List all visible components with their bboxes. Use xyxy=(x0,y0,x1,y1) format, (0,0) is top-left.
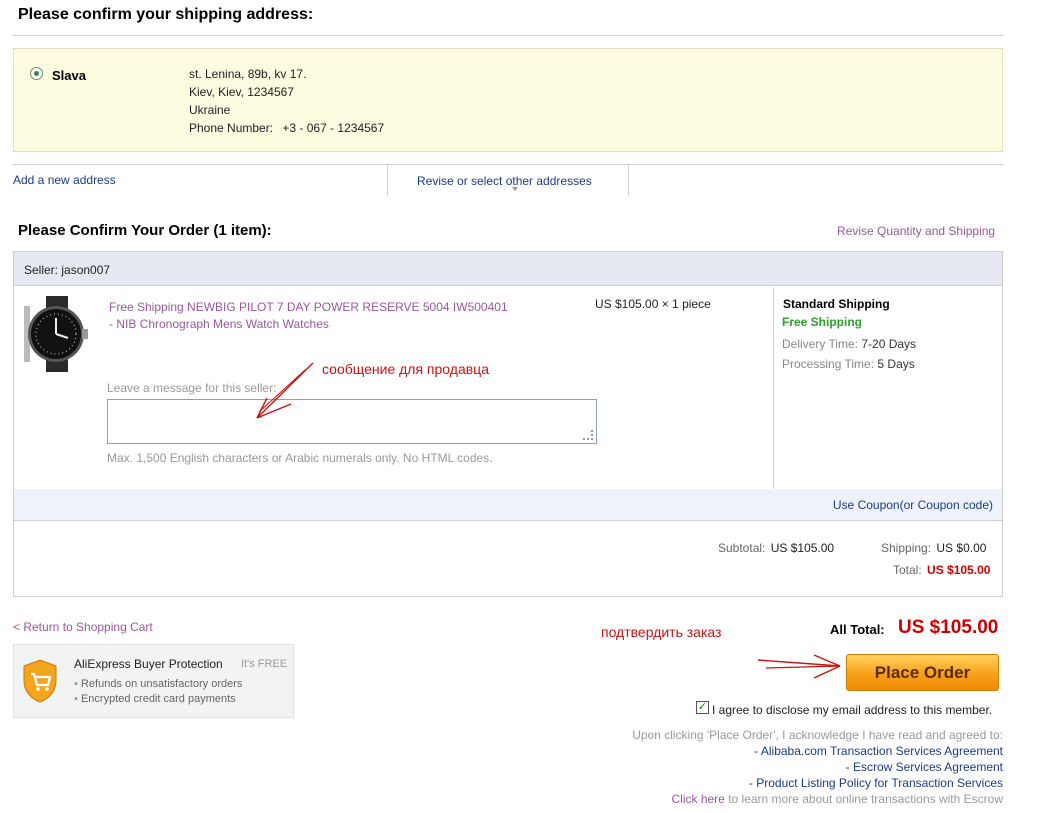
seller-message-input[interactable] xyxy=(107,399,597,444)
subtotal-label: Subtotal: xyxy=(718,541,766,555)
agreement-row: - Product Listing Policy for Transaction… xyxy=(632,775,1003,791)
address-details: st. Lenina, 89b, kv 17. Kiev, Kiev, 1234… xyxy=(189,65,384,137)
processing-time: Processing Time: 5 Days xyxy=(782,357,915,371)
return-to-cart-link[interactable]: < Return to Shopping Cart xyxy=(13,620,153,634)
agree-checkbox[interactable]: ✓ xyxy=(696,701,709,714)
free-shipping-label: Free Shipping xyxy=(782,315,863,329)
message-hint: Max. 1,500 English characters or Arabic … xyxy=(107,451,493,465)
dash: - xyxy=(754,744,759,758)
agreement-row: - Escrow Services Agreement xyxy=(632,759,1003,775)
shield-cart-icon xyxy=(23,659,57,703)
phone-value: +3 - 067 - 1234567 xyxy=(282,121,385,135)
divider xyxy=(13,35,1003,36)
product-title-link[interactable]: Free Shipping NEWBIG PILOT 7 DAY POWER R… xyxy=(109,299,508,333)
listing-policy-link[interactable]: Product Listing Policy for Transaction S… xyxy=(756,776,1003,790)
all-total-label: All Total: xyxy=(830,622,885,637)
buyer-protection-box: AliExpress Buyer Protection It's FREE ▪ … xyxy=(13,644,294,718)
dash: - xyxy=(748,776,753,790)
seller-bar: Seller: jason007 xyxy=(14,252,1002,286)
message-annotation: сообщение для продавца xyxy=(322,361,489,377)
shipping-title: Please confirm your shipping address: xyxy=(18,6,314,23)
shipping-cost-value: US $0.00 xyxy=(936,541,987,555)
place-order-button[interactable]: Place Order xyxy=(846,654,999,691)
revise-addresses-tab[interactable]: Revise or select other addresses xyxy=(387,164,629,196)
transaction-agreement-link[interactable]: Alibaba.com Transaction Services Agreeme… xyxy=(761,744,1003,758)
resize-handle-icon[interactable] xyxy=(583,430,593,440)
subtotal-value: US $105.00 xyxy=(770,541,835,555)
learn-more-row: Click here to learn more about online tr… xyxy=(632,791,1003,807)
address-card[interactable]: Slava st. Lenina, 89b, kv 17. Kiev, Kiev… xyxy=(13,48,1003,152)
acknowledge-block: Upon clicking 'Place Order', I acknowled… xyxy=(632,727,1003,807)
arrow-annotation-icon xyxy=(757,654,841,679)
protection-item-text: Encrypted credit card payments xyxy=(80,693,236,705)
watch-image-icon xyxy=(24,296,88,372)
all-total-value: US $105.00 xyxy=(898,617,999,638)
protection-item: ▪ Encrypted credit card payments xyxy=(74,693,236,705)
confirm-annotation: подтвердить заказ xyxy=(601,624,722,640)
learn-more-text: to learn more about online transactions … xyxy=(728,792,1003,806)
protection-item-text: Refunds on unsatisfactory orders xyxy=(80,678,243,690)
dash: - xyxy=(845,760,850,774)
price-quantity: US $105.00 × 1 piece xyxy=(595,297,711,311)
total-label: Total: xyxy=(893,563,922,577)
address-phone: Phone Number: +3 - 067 - 1234567 xyxy=(189,119,384,137)
acknowledge-text: Upon clicking 'Place Order', I acknowled… xyxy=(632,728,1003,742)
order-title: Please Confirm Your Order (1 item): xyxy=(18,222,272,239)
use-coupon-link[interactable]: Use Coupon(or Coupon code) xyxy=(833,498,993,512)
product-title-line1: Free Shipping NEWBIG PILOT 7 DAY POWER R… xyxy=(109,300,508,314)
product-image[interactable] xyxy=(22,296,92,372)
revise-quantity-link[interactable]: Revise Quantity and Shipping xyxy=(837,224,995,238)
add-new-address-link[interactable]: Add a new address xyxy=(13,173,116,187)
shipping-cost-label: Shipping: xyxy=(881,541,932,555)
shipping-cost: Shipping: US $0.00 xyxy=(881,541,986,555)
total-value: US $105.00 xyxy=(927,563,991,577)
bullet-icon: ▪ xyxy=(74,678,78,690)
subtotal: Subtotal: US $105.00 xyxy=(718,541,834,555)
delivery-label: Delivery Time: xyxy=(782,337,859,351)
arrow-annotation-icon xyxy=(256,362,314,419)
product-title-line2: - NIB Chronograph Mens Watch Watches xyxy=(109,317,329,331)
caret-down-icon xyxy=(512,187,518,191)
recipient-name: Slava xyxy=(52,68,86,83)
shipping-method: Standard Shipping xyxy=(783,297,890,311)
phone-label: Phone Number: xyxy=(189,121,274,135)
delivery-value: 7-20 Days xyxy=(861,337,917,351)
escrow-agreement-link[interactable]: Escrow Services Agreement xyxy=(853,760,1003,774)
revise-addresses-label: Revise or select other addresses xyxy=(417,174,592,188)
address-radio[interactable] xyxy=(30,67,43,80)
agreement-row: - Alibaba.com Transaction Services Agree… xyxy=(632,743,1003,759)
protection-item: ▪ Refunds on unsatisfactory orders xyxy=(74,678,242,690)
delivery-time: Delivery Time: 7-20 Days xyxy=(782,337,916,351)
click-here-link[interactable]: Click here xyxy=(671,792,724,806)
bullet-icon: ▪ xyxy=(74,693,78,705)
protection-title: AliExpress Buyer Protection xyxy=(74,657,223,671)
address-country: Ukraine xyxy=(189,103,231,117)
seller-name: Seller: jason007 xyxy=(24,263,111,277)
order-total: Total: US $105.00 xyxy=(893,563,990,577)
address-line2: Kiev, Kiev, 1234567 xyxy=(189,85,294,99)
column-divider xyxy=(773,287,774,489)
agree-text: I agree to disclose my email address to … xyxy=(712,703,993,717)
address-line1: st. Lenina, 89b, kv 17. xyxy=(189,67,307,81)
coupon-bar: Use Coupon(or Coupon code) xyxy=(14,489,1002,521)
processing-value: 5 Days xyxy=(877,357,915,371)
protection-free: It's FREE xyxy=(241,658,288,670)
processing-label: Processing Time: xyxy=(782,357,875,371)
